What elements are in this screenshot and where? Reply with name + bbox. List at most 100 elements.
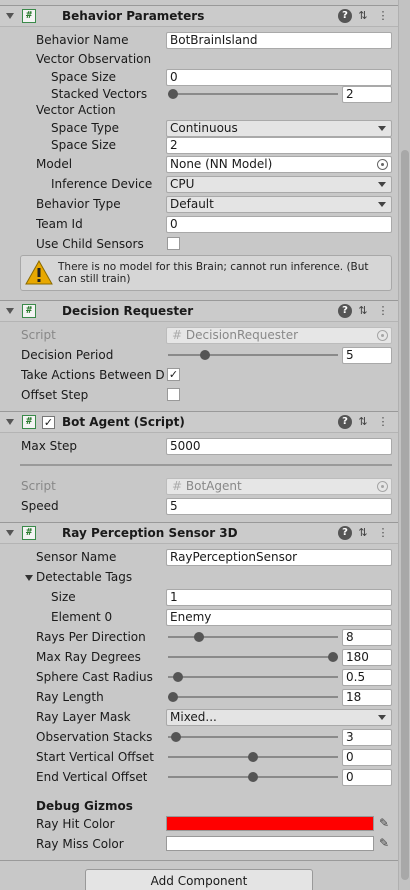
start-vertical-offset-slider-thumb[interactable]: [248, 752, 258, 762]
max-ray-degrees-slider-track[interactable]: [168, 656, 338, 658]
tags-size-label: Size: [51, 590, 76, 604]
chevron-down-icon: [378, 126, 386, 131]
offset-step-checkbox[interactable]: [167, 388, 180, 401]
behavior-type-dropdown[interactable]: Default: [166, 196, 392, 213]
presets-icon[interactable]: ⇅: [356, 415, 370, 429]
decision-period-field[interactable]: 5: [342, 347, 392, 364]
use-child-sensors-label: Use Child Sensors: [36, 237, 144, 251]
ray-length-field[interactable]: 18: [342, 689, 392, 706]
ray-length-label: Ray Length: [36, 690, 104, 704]
ray-layer-mask-dropdown[interactable]: Mixed...: [166, 709, 392, 726]
sphere-cast-radius-field[interactable]: 0.5: [342, 669, 392, 686]
ray-hit-color-label: Ray Hit Color: [36, 817, 115, 831]
decision-period-slider-track[interactable]: [168, 354, 338, 356]
max-ray-degrees-field[interactable]: 180: [342, 649, 392, 666]
element0-field[interactable]: Enemy: [166, 609, 392, 626]
script-label: Script: [21, 479, 56, 493]
foldout-arrow-icon[interactable]: [6, 308, 14, 314]
stacked-vectors-slider-thumb[interactable]: [168, 89, 178, 99]
help-icon[interactable]: ?: [338, 526, 352, 540]
ray-miss-color-label: Ray Miss Color: [36, 837, 124, 851]
ray-perception-header[interactable]: # Ray Perception Sensor 3D ? ⇅ ⋮: [0, 522, 398, 544]
space-type-label: Space Type: [51, 121, 119, 135]
decision-period-slider-thumb[interactable]: [200, 350, 210, 360]
foldout-arrow-icon[interactable]: [6, 530, 14, 536]
more-options-icon[interactable]: ⋮: [376, 415, 390, 429]
end-vertical-offset-field[interactable]: 0: [342, 769, 392, 786]
sensor-name-label: Sensor Name: [36, 550, 117, 564]
sphere-cast-radius-slider-thumb[interactable]: [172, 672, 183, 682]
use-child-sensors-checkbox[interactable]: [167, 237, 180, 250]
debug-gizmos-label: Debug Gizmos: [36, 799, 133, 813]
sphere-cast-radius-slider-track[interactable]: [168, 676, 338, 678]
component-title: Decision Requester: [62, 304, 194, 318]
model-field[interactable]: None (NN Model): [166, 156, 392, 173]
presets-icon[interactable]: ⇅: [356, 9, 370, 23]
ray-hit-color-swatch[interactable]: [166, 816, 374, 831]
foldout-arrow-icon[interactable]: [25, 575, 33, 581]
max-ray-degrees-slider-thumb[interactable]: [328, 652, 338, 662]
stacked-vectors-slider-track[interactable]: [168, 93, 338, 95]
eyedropper-icon[interactable]: ✎: [376, 835, 392, 851]
max-step-field[interactable]: 5000: [166, 438, 392, 455]
component-list-end-divider: [0, 860, 398, 861]
space-type-dropdown[interactable]: Continuous: [166, 120, 392, 137]
behavior-type-value: Default: [170, 197, 214, 211]
component-title: Bot Agent (Script): [62, 415, 185, 429]
behavior-parameters-header[interactable]: # Behavior Parameters ? ⇅ ⋮: [0, 5, 398, 27]
help-icon[interactable]: ?: [338, 9, 352, 23]
scrollbar-thumb[interactable]: [401, 150, 409, 880]
end-vertical-offset-slider-thumb[interactable]: [248, 772, 258, 782]
script-icon: #: [22, 304, 36, 318]
eyedropper-icon[interactable]: ✎: [376, 815, 392, 831]
end-vertical-offset-label: End Vertical Offset: [36, 770, 148, 784]
add-component-button[interactable]: Add Component: [85, 869, 313, 890]
speed-field[interactable]: 5: [166, 498, 392, 515]
decision-period-label: Decision Period: [21, 348, 114, 362]
ray-length-slider-track[interactable]: [168, 696, 338, 698]
warning-icon: [25, 260, 53, 285]
max-ray-degrees-label: Max Ray Degrees: [36, 650, 141, 664]
offset-step-label: Offset Step: [21, 388, 89, 402]
take-actions-checkbox[interactable]: ✓: [167, 368, 180, 381]
act-space-size-field[interactable]: 2: [166, 137, 392, 154]
start-vertical-offset-field[interactable]: 0: [342, 749, 392, 766]
detectable-tags-label[interactable]: Detectable Tags: [36, 570, 132, 584]
inference-device-dropdown[interactable]: CPU: [166, 176, 392, 193]
warning-help-box: There is no model for this Brain; cannot…: [20, 255, 392, 291]
presets-icon[interactable]: ⇅: [356, 526, 370, 540]
observation-stacks-slider-thumb[interactable]: [171, 732, 182, 742]
team-id-field[interactable]: 0: [166, 216, 392, 233]
rays-per-direction-slider-thumb[interactable]: [193, 632, 204, 642]
ray-length-slider-thumb[interactable]: [168, 692, 178, 702]
rays-per-direction-field[interactable]: 8: [342, 629, 392, 646]
observation-stacks-field[interactable]: 3: [342, 729, 392, 746]
presets-icon[interactable]: ⇅: [356, 304, 370, 318]
decision-requester-header[interactable]: # Decision Requester ? ⇅ ⋮: [0, 300, 398, 322]
tags-size-field[interactable]: 1: [166, 589, 392, 606]
more-options-icon[interactable]: ⋮: [376, 304, 390, 318]
vertical-scrollbar[interactable]: [398, 0, 410, 890]
help-icon[interactable]: ?: [338, 415, 352, 429]
obs-space-size-field[interactable]: 0: [166, 69, 392, 86]
observation-stacks-label: Observation Stacks: [36, 730, 153, 744]
help-icon[interactable]: ?: [338, 304, 352, 318]
chevron-down-icon: [378, 202, 386, 207]
object-picker-icon[interactable]: [377, 159, 388, 170]
ray-miss-color-swatch[interactable]: [166, 836, 374, 851]
stacked-vectors-field[interactable]: 2: [342, 86, 392, 103]
team-id-label: Team Id: [36, 217, 83, 231]
more-options-icon[interactable]: ⋮: [376, 526, 390, 540]
sensor-name-field[interactable]: RayPerceptionSensor: [166, 549, 392, 566]
script-icon: #: [22, 415, 36, 429]
more-options-icon[interactable]: ⋮: [376, 9, 390, 23]
foldout-arrow-icon[interactable]: [6, 419, 14, 425]
observation-stacks-slider-track[interactable]: [168, 736, 338, 738]
model-value: None (NN Model): [170, 157, 273, 171]
component-enabled-checkbox[interactable]: ✓: [42, 416, 55, 429]
behavior-name-field[interactable]: BotBrainIsland: [166, 32, 392, 49]
script-value: BotAgent: [185, 479, 242, 493]
foldout-arrow-icon[interactable]: [6, 13, 14, 19]
inference-device-label: Inference Device: [51, 177, 153, 191]
bot-agent-header[interactable]: # ✓ Bot Agent (Script) ? ⇅ ⋮: [0, 411, 398, 433]
